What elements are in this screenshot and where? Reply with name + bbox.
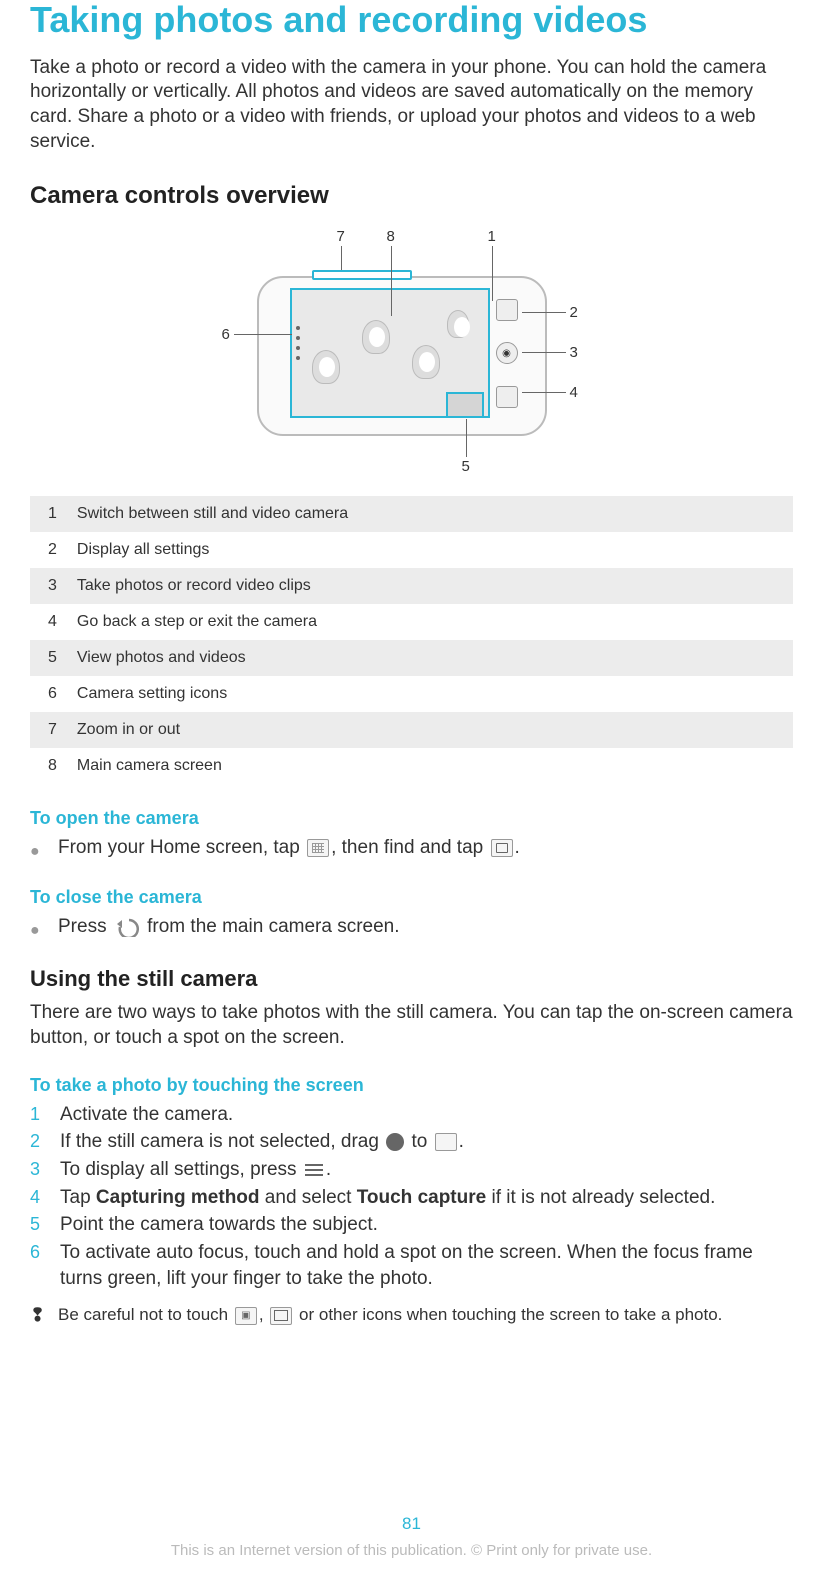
camera-icon <box>491 839 513 857</box>
bullet-icon: ● <box>30 920 44 942</box>
step-4: 4 Tap Capturing method and select Touch … <box>30 1185 793 1211</box>
footer-note: This is an Internet version of this publ… <box>171 1542 652 1559</box>
callout-5: 5 <box>462 458 470 475</box>
table-row: 7Zoom in or out <box>30 712 793 748</box>
controls-overview-heading: Camera controls overview <box>30 182 793 210</box>
step-number: 2 <box>30 1129 46 1153</box>
step-3: 3 To display all settings, press . <box>30 1157 793 1183</box>
still-camera-heading: Using the still camera <box>30 966 793 992</box>
callout-3: 3 <box>570 344 578 361</box>
back-icon-small <box>496 386 518 408</box>
step-number: 1 <box>30 1102 46 1126</box>
step-number: 4 <box>30 1185 46 1209</box>
table-row: 8Main camera screen <box>30 748 793 784</box>
close-camera-heading: To close the camera <box>30 887 793 908</box>
back-arrow-icon <box>115 917 139 937</box>
callout-8: 8 <box>387 228 395 245</box>
step-number: 3 <box>30 1157 46 1181</box>
setting-icons-column <box>296 326 300 360</box>
warning-icon: ❢ <box>30 1305 44 1326</box>
right-controls: ◉ <box>490 288 524 418</box>
intro-paragraph: Take a photo or record a video with the … <box>30 56 793 155</box>
still-camera-icon <box>435 1133 457 1151</box>
step-number: 6 <box>30 1240 46 1264</box>
warning-note: ❢ Be careful not to touch , or other ico… <box>30 1305 793 1326</box>
still-camera-paragraph: There are two ways to take photos with t… <box>30 1000 793 1051</box>
callout-4: 4 <box>570 384 578 401</box>
step-2: 2 If the still camera is not selected, d… <box>30 1129 793 1155</box>
table-row: 5View photos and videos <box>30 640 793 676</box>
callout-6: 6 <box>222 326 230 343</box>
step-6: 6 To activate auto focus, touch and hold… <box>30 1240 793 1291</box>
touch-photo-heading: To take a photo by touching the screen <box>30 1075 793 1096</box>
table-row: 6Camera setting icons <box>30 676 793 712</box>
table-row: 1Switch between still and video camera <box>30 496 793 532</box>
step-5: 5 Point the camera towards the subject. <box>30 1212 793 1238</box>
zoom-bar <box>312 270 412 280</box>
drag-handle-icon <box>386 1133 404 1151</box>
legend-table: 1Switch between still and video camera 2… <box>30 496 793 784</box>
callout-1: 1 <box>488 228 496 245</box>
table-row: 2Display all settings <box>30 532 793 568</box>
open-camera-step: ● From your Home screen, tap , then find… <box>30 835 793 863</box>
table-row: 4Go back a step or exit the camera <box>30 604 793 640</box>
shutter-icon: ◉ <box>496 342 518 364</box>
close-camera-step: ● Press from the main camera screen. <box>30 914 793 942</box>
page-number: 81 <box>0 1514 823 1534</box>
bullet-icon: ● <box>30 841 44 863</box>
open-camera-heading: To open the camera <box>30 808 793 829</box>
step-number: 5 <box>30 1212 46 1236</box>
table-row: 3Take photos or record video clips <box>30 568 793 604</box>
callout-2: 2 <box>570 304 578 321</box>
callout-7: 7 <box>337 228 345 245</box>
gallery-icon <box>270 1307 292 1325</box>
page-title: Taking photos and recording videos <box>30 0 793 40</box>
thumbnail-preview <box>446 392 484 418</box>
camera-diagram: ◉ 7 8 1 2 3 4 6 5 <box>30 226 793 476</box>
switch-mode-icon <box>496 299 518 321</box>
step-1: 1 Activate the camera. <box>30 1102 793 1128</box>
menu-icon <box>304 1161 324 1179</box>
page-footer: 81 This is an Internet version of this p… <box>0 1514 823 1559</box>
video-mode-icon <box>235 1307 257 1325</box>
apps-grid-icon <box>307 839 329 857</box>
